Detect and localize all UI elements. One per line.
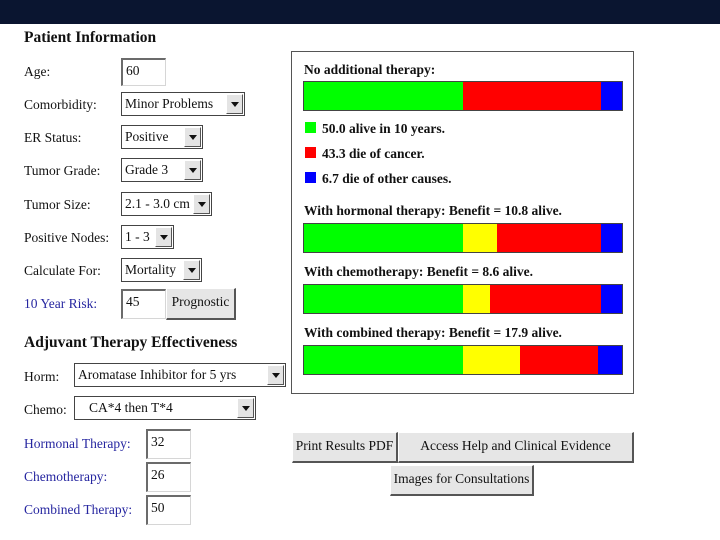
combined-therapy-label: Combined Therapy: <box>24 502 133 517</box>
chemo-select-value: CA*4 then T*4 <box>89 400 173 415</box>
cancer-legend-swatch <box>305 147 316 158</box>
calculate-for-value: Mortality <box>125 262 176 277</box>
cancer-segment <box>490 285 601 313</box>
alive-legend-swatch <box>305 122 316 133</box>
chemo-result-title: With chemotherapy: Benefit = 8.6 alive. <box>304 264 534 279</box>
other-legend-text: 6.7 die of other causes. <box>322 171 452 186</box>
prognostic-button[interactable]: Prognostic <box>166 288 236 320</box>
tumor-size-value: 2.1 - 3.0 cm <box>125 196 190 211</box>
print-results-pdf-button[interactable]: Print Results PDF <box>292 432 398 463</box>
ten-year-risk-field[interactable]: 45 <box>121 289 166 319</box>
chemo-label: Chemo: <box>24 402 67 417</box>
hormonal-select-value: Aromatase Inhibitor for 5 yrs <box>78 367 237 382</box>
images-button-label: Images for Consultations <box>393 471 530 486</box>
comorbidity-value: Minor Problems <box>125 96 214 111</box>
alive-segment <box>304 346 463 374</box>
combined-bar <box>303 345 623 375</box>
combined-therapy-field[interactable]: 50 <box>146 495 191 525</box>
er-status-label: ER Status: <box>24 130 82 145</box>
hormonal-bar <box>303 223 623 253</box>
cancer-legend-text: 43.3 die of cancer. <box>322 146 425 161</box>
benefit-segment <box>463 224 498 252</box>
chevron-down-icon[interactable] <box>267 365 284 385</box>
cancer-segment <box>463 82 601 110</box>
tumor-grade-label: Tumor Grade: <box>24 163 101 178</box>
hormonal-result-title: With hormonal therapy: Benefit = 10.8 al… <box>304 203 562 218</box>
chevron-down-icon[interactable] <box>237 398 254 418</box>
patient-info-heading: Patient Information <box>24 29 157 46</box>
top-banner <box>0 0 720 24</box>
tumor-grade-select[interactable]: Grade 3 <box>121 158 203 182</box>
calculate-for-label: Calculate For: <box>24 263 101 278</box>
adjuvant-heading: Adjuvant Therapy Effectiveness <box>24 334 238 351</box>
chevron-down-icon[interactable] <box>226 94 243 114</box>
print-button-label: Print Results PDF <box>295 438 394 453</box>
chemotherapy-label: Chemotherapy: <box>24 469 108 484</box>
cancer-segment <box>497 224 601 252</box>
tumor-grade-value: Grade 3 <box>125 162 169 177</box>
chevron-down-icon[interactable] <box>184 127 201 147</box>
alive-segment <box>304 224 463 252</box>
access-help-button[interactable]: Access Help and Clinical Evidence <box>398 432 634 463</box>
hormonal-therapy-label: Hormonal Therapy: <box>24 436 131 451</box>
other-causes-segment <box>600 224 622 252</box>
chevron-down-icon[interactable] <box>155 227 172 247</box>
chemotherapy-field[interactable]: 26 <box>146 462 191 492</box>
benefit-segment <box>463 346 520 374</box>
er-status-select[interactable]: Positive <box>121 125 203 149</box>
positive-nodes-label: Positive Nodes: <box>24 230 110 245</box>
chevron-down-icon[interactable] <box>193 194 210 214</box>
age-label: Age: <box>24 64 51 79</box>
tumor-size-label: Tumor Size: <box>24 197 91 212</box>
results-panel: No additional therapy: 50.0 alive in 10 … <box>291 51 634 394</box>
combined-result-title: With combined therapy: Benefit = 17.9 al… <box>304 325 562 340</box>
other-causes-segment <box>600 285 622 313</box>
ten-year-risk-label: 10 Year Risk: <box>24 296 98 311</box>
no-therapy-title: No additional therapy: <box>304 62 436 77</box>
cancer-segment <box>519 346 598 374</box>
no-therapy-bar <box>303 81 623 111</box>
prognostic-button-label: Prognostic <box>171 294 230 309</box>
hormonal-therapy-field[interactable]: 32 <box>146 429 191 459</box>
benefit-segment <box>463 285 491 313</box>
comorbidity-label: Comorbidity: <box>24 97 97 112</box>
chevron-down-icon[interactable] <box>183 260 200 280</box>
age-input[interactable]: 60 <box>121 58 166 86</box>
other-causes-segment <box>597 346 622 374</box>
positive-nodes-select[interactable]: 1 - 3 <box>121 225 174 249</box>
alive-segment <box>304 82 463 110</box>
alive-segment <box>304 285 463 313</box>
other-causes-segment <box>600 82 622 110</box>
other-legend-swatch <box>305 172 316 183</box>
chevron-down-icon[interactable] <box>184 160 201 180</box>
help-button-label: Access Help and Clinical Evidence <box>420 438 611 453</box>
chemo-select[interactable]: CA*4 then T*4 <box>74 396 256 420</box>
tumor-size-select[interactable]: 2.1 - 3.0 cm <box>121 192 212 216</box>
chemo-bar <box>303 284 623 314</box>
comorbidity-select[interactable]: Minor Problems <box>121 92 245 116</box>
er-status-value: Positive <box>125 129 169 144</box>
alive-legend-text: 50.0 alive in 10 years. <box>322 121 445 136</box>
calculate-for-select[interactable]: Mortality <box>121 258 202 282</box>
images-for-consultations-button[interactable]: Images for Consultations <box>390 465 534 496</box>
horm-label: Horm: <box>24 369 60 384</box>
positive-nodes-value: 1 - 3 <box>125 229 150 244</box>
hormonal-select[interactable]: Aromatase Inhibitor for 5 yrs <box>74 363 286 387</box>
